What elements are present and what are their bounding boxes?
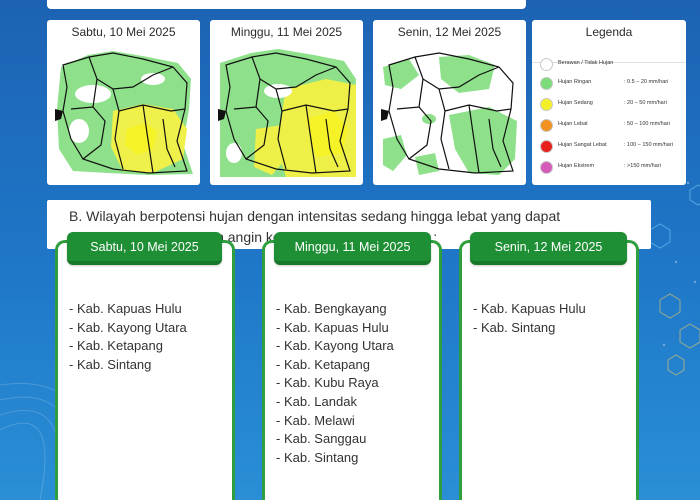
region-list-card-sabtu: - Kab. Kapuas Hulu - Kab. Kayong Utara -… [55, 240, 235, 500]
region-list: - Kab. Bengkayang - Kab. Kapuas Hulu - K… [276, 300, 394, 467]
legend-title: Legenda [585, 25, 633, 39]
top-white-strip [47, 0, 526, 9]
region-list-card-senin: - Kab. Kapuas Hulu - Kab. Sintang [459, 240, 639, 500]
list-item: - Kab. Kayong Utara [69, 319, 187, 335]
legend-item: Hujan Ekstrem : >150 mm/hari [540, 161, 682, 175]
list-item: - Kab. Sintang [473, 319, 556, 335]
legend-range: : 20 – 50 mm/hari [624, 100, 667, 106]
legend-item: Hujan Lebat : 50 – 100 mm/hari [540, 119, 682, 133]
list-item: - Kab. Kapuas Hulu [69, 301, 182, 316]
legend-swatch-icon [540, 161, 553, 174]
rain-forecast-map-icon [216, 49, 357, 179]
list-item: - Kab. Kapuas Hulu [473, 301, 586, 316]
list-item: - Kab. Melawi [276, 412, 355, 428]
legend-label: Hujan Lebat [558, 121, 588, 127]
map-card-senin: Senin, 12 Mei 2025 [373, 20, 526, 185]
map-title: Senin, 12 Mei 2025 [397, 25, 502, 39]
list-item: - Kab. Bengkayang [276, 301, 387, 316]
list-item: - Kab. Sintang [276, 449, 359, 465]
list-header-minggu: Minggu, 11 Mei 2025 [274, 232, 431, 265]
section-b-line-1: B. Wilayah berpotensi hujan dengan inten… [69, 208, 561, 224]
map-title: Minggu, 11 Mei 2025 [230, 25, 343, 39]
region-list-card-minggu: - Kab. Bengkayang - Kab. Kapuas Hulu - K… [262, 240, 442, 500]
legend-label: Hujan Sedang [558, 100, 593, 106]
list-header-sabtu: Sabtu, 10 Mei 2025 [67, 232, 222, 265]
legend-label: Hujan Ekstrem [558, 163, 595, 169]
map-card-sabtu: Sabtu, 10 Mei 2025 [47, 20, 200, 185]
list-item: - Kab. Kayong Utara [276, 338, 394, 354]
region-list: - Kab. Kapuas Hulu - Kab. Kayong Utara -… [69, 300, 187, 374]
legend-item: Hujan Ringan : 0.5 – 20 mm/hari [540, 77, 682, 91]
rain-forecast-map-icon [379, 49, 520, 179]
legend-swatch-icon [540, 140, 553, 153]
legend-item: Hujan Sedang : 20 – 50 mm/hari [540, 98, 682, 112]
legend-label: Berawan / Tidak Hujan [558, 60, 614, 66]
legend-range: : 50 – 100 mm/hari [624, 121, 670, 127]
legend-card: Legenda Berawan / Tidak Hujan Hujan Ring… [532, 20, 686, 185]
legend-item: Hujan Sangat Lebat : 100 – 150 mm/hari [540, 140, 682, 154]
legend-item: Berawan / Tidak Hujan [540, 58, 682, 72]
list-item: - Kab. Sintang [69, 356, 152, 372]
list-item: - Kab. Ketapang [69, 338, 163, 354]
list-item: - Kab. Kubu Raya [276, 375, 379, 391]
legend-swatch-icon [540, 98, 553, 111]
list-item: - Kab. Sanggau [276, 431, 367, 447]
map-title: Sabtu, 10 Mei 2025 [71, 25, 176, 39]
rain-forecast-map-icon [53, 49, 194, 179]
list-item: - Kab. Landak [276, 393, 357, 409]
list-header-senin: Senin, 12 Mei 2025 [470, 232, 627, 265]
legend-swatch-icon [540, 77, 553, 90]
legend-range: : >150 mm/hari [624, 163, 661, 169]
map-card-minggu: Minggu, 11 Mei 2025 [210, 20, 363, 185]
legend-label: Hujan Ringan [558, 79, 592, 85]
legend-range: : 0.5 – 20 mm/hari [624, 79, 669, 85]
legend-range: : 100 – 150 mm/hari [624, 142, 673, 148]
legend-label: Hujan Sangat Lebat [558, 142, 607, 148]
list-item: - Kab. Ketapang [276, 356, 370, 372]
list-item: - Kab. Kapuas Hulu [276, 319, 389, 335]
legend-swatch-icon [540, 58, 553, 71]
legend-swatch-icon [540, 119, 553, 132]
region-list: - Kab. Kapuas Hulu - Kab. Sintang [473, 300, 586, 337]
